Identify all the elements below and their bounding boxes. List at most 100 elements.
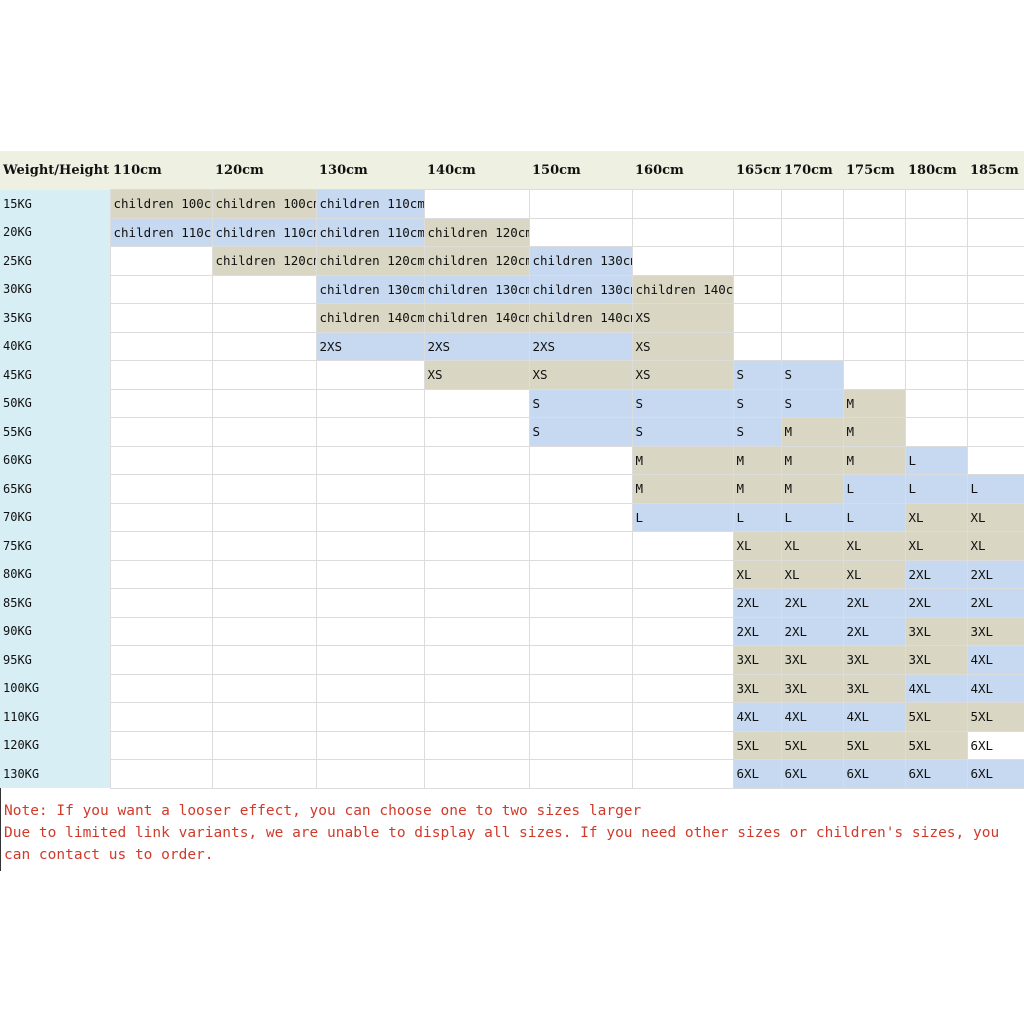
table-row: 100KG 3XL 3XL 3XL 4XL 4XL [0,673,1024,703]
size-cell [109,445,213,475]
size-cell [423,531,530,561]
size-cell: M [842,445,906,475]
size-cell: children 110cm [109,217,213,247]
size-cell: S [528,417,633,447]
size-cell [211,303,317,333]
size-cell: 2XS [315,331,425,361]
size-cell [109,559,213,589]
table-row: 20KG children 110cm children 110cm children… [0,217,1024,247]
size-cell [528,616,633,646]
size-table: Weight/Height 110cm 120cm 130cm 140cm 150cm 1… [0,151,1024,789]
size-cell [211,474,317,504]
row-label: 65KG [0,474,110,503]
row-label: 35KG [0,303,110,332]
size-cell [315,759,425,789]
size-cell: M [631,474,734,504]
size-cell: XL [966,531,1024,561]
column-header-3: 140cm [424,151,529,190]
size-cell [423,189,530,219]
size-cell: children 100cm [109,189,213,219]
size-cell [780,274,844,304]
size-cell [528,502,633,532]
row-label: 95KG [0,645,110,674]
column-header-8: 175cm [843,151,905,190]
size-cell [211,559,317,589]
table-row: 80KG XL XL XL 2XL 2XL [0,559,1024,589]
size-cell: 5XL [732,730,782,760]
size-cell: XS [631,360,734,390]
size-cell [631,559,734,589]
size-cell: XL [842,531,906,561]
size-cell: 2XL [732,616,782,646]
size-cell: L [904,445,968,475]
table-row: 45KG XS XS XS S S [0,360,1024,390]
size-cell: children 130cm [528,274,633,304]
size-cell [211,702,317,732]
size-cell: children 140cm [631,274,734,304]
table-body: 15KG children 100cm children 100cm children… [0,189,1024,789]
table-row: 120KG 5XL 5XL 5XL 5XL 6XL [0,730,1024,760]
size-cell [423,759,530,789]
size-cell [315,645,425,675]
column-header-0: 110cm [110,151,212,190]
size-cell [315,559,425,589]
size-cell: 2XL [732,588,782,618]
column-header-5: 160cm [632,151,733,190]
row-label: 45KG [0,360,110,389]
table-row: 30KG children 130cm children 130cm children… [0,274,1024,304]
size-cell: 2XL [904,559,968,589]
size-cell [423,474,530,504]
size-cell [211,360,317,390]
size-cell [528,702,633,732]
size-cell [966,189,1024,219]
size-cell [904,303,968,333]
table-row: 70KG L L L L XL XL [0,502,1024,532]
size-cell [732,246,782,276]
row-label: 60KG [0,446,110,475]
size-cell [904,388,968,418]
size-cell: M [842,417,906,447]
row-label: 75KG [0,531,110,560]
size-cell [211,531,317,561]
size-cell: 3XL [732,645,782,675]
size-cell [780,303,844,333]
size-cell [631,217,734,247]
size-cell [423,645,530,675]
corner-label: Weight/Height [0,151,110,190]
note-line-1: Note: If you want a looser effect, you c… [4,803,642,819]
size-cell: 4XL [904,673,968,703]
size-cell [631,588,734,618]
size-cell [315,531,425,561]
size-cell: 2XL [780,616,844,646]
size-cell [631,531,734,561]
size-cell [528,588,633,618]
size-cell: XL [966,502,1024,532]
size-cell: 5XL [842,730,906,760]
size-cell: XL [842,559,906,589]
size-cell: children 120cm [423,217,530,247]
size-cell [966,360,1024,390]
size-cell [315,417,425,447]
size-cell: 3XL [842,645,906,675]
size-cell: M [780,474,844,504]
size-cell [631,673,734,703]
table-row: 50KG S S S S M [0,388,1024,418]
size-cell [842,189,906,219]
size-cell [109,474,213,504]
size-cell: XL [780,559,844,589]
size-cell: children 140cm [423,303,530,333]
size-cell: children 140cm [528,303,633,333]
size-cell: M [732,474,782,504]
size-cell [211,730,317,760]
size-cell: XL [780,531,844,561]
size-cell [528,474,633,504]
size-cell [315,474,425,504]
size-cell: 4XL [780,702,844,732]
row-label: 25KG [0,246,110,275]
table-row: 15KG children 100cm children 100cm children… [0,189,1024,219]
size-cell [423,673,530,703]
size-cell [842,360,906,390]
size-cell: 4XL [966,673,1024,703]
size-cell: M [780,445,844,475]
size-cell: XL [904,531,968,561]
